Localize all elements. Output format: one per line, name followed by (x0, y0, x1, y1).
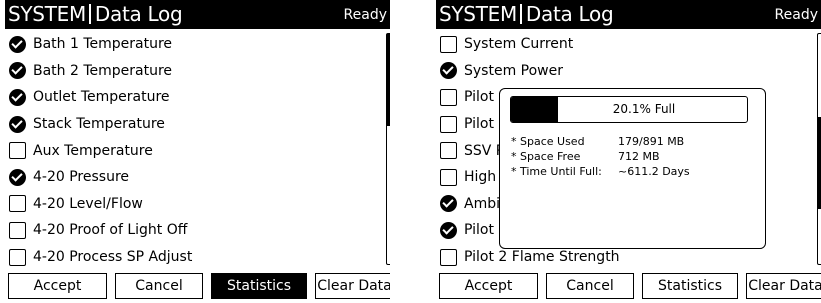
stat-value: 712 MB (618, 150, 660, 163)
title-separator (519, 4, 522, 24)
title-separator (88, 4, 91, 24)
stat-row: * Time Until Full: ~611.2 Days (511, 164, 690, 179)
list-item-label: 4-20 Process SP Adjust (33, 249, 193, 266)
accept-button[interactable]: Accept (439, 273, 538, 299)
empty-checkbox-icon[interactable] (9, 195, 26, 213)
status-text: Ready (774, 7, 818, 23)
accept-button[interactable]: Accept (8, 273, 107, 299)
statistics-button[interactable]: Statistics (211, 273, 307, 299)
list-item[interactable]: Stack Temperature (5, 111, 380, 138)
list-item-label: 4-20 Pressure (33, 169, 130, 186)
empty-checkbox-icon[interactable] (440, 248, 457, 266)
list-item-label: Pilot 2 Flame Strength (464, 249, 620, 266)
title-page: Data Log (94, 2, 183, 26)
empty-checkbox-icon[interactable] (9, 248, 26, 266)
data-log-screen-left: SYSTEM Data Log Ready Bath 1 Temperature B… (5, 0, 390, 303)
list-item-label: 4-20 Proof of Light Off (33, 222, 188, 239)
channel-list: Bath 1 Temperature Bath 2 Temperature Outl… (5, 31, 380, 270)
list-item[interactable]: System Current (436, 31, 811, 58)
storage-progress-bar: 20.1% Full (510, 96, 748, 123)
button-bar: Accept Cancel Statistics Clear Data (8, 273, 390, 299)
check-circle-icon[interactable] (440, 62, 457, 80)
list-item-label: 4-20 Level/Flow (33, 195, 143, 212)
empty-checkbox-icon[interactable] (440, 142, 457, 160)
list-item-label: Ambi (464, 195, 500, 212)
statistics-dialog: 20.1% Full * Space Used 179/891 MB * Space… (499, 88, 766, 249)
clear-data-button[interactable]: Clear Data (315, 273, 390, 299)
status-text: Ready (343, 7, 387, 23)
check-circle-icon[interactable] (9, 168, 26, 186)
check-circle-icon[interactable] (9, 62, 26, 80)
title-bar: SYSTEM Data Log Ready (436, 0, 821, 29)
stat-row: * Space Used 179/891 MB (511, 134, 690, 149)
empty-checkbox-icon[interactable] (9, 221, 26, 239)
list-item-label: Bath 2 Temperature (33, 62, 173, 79)
list-item-label: System Power (464, 62, 563, 79)
cancel-button[interactable]: Cancel (115, 273, 203, 299)
list-item-label: High (464, 169, 497, 186)
stat-row: * Space Free 712 MB (511, 149, 690, 164)
list-item-label: Aux Temperature (33, 142, 153, 159)
stat-value: 179/891 MB (618, 135, 685, 148)
list-item[interactable]: 4-20 Pressure (5, 164, 380, 191)
list-item[interactable]: Aux Temperature (5, 137, 380, 164)
empty-checkbox-icon[interactable] (440, 88, 457, 106)
progress-label: 20.1% Full (612, 102, 676, 116)
empty-checkbox-icon[interactable] (440, 115, 457, 133)
list-item[interactable]: 4-20 Process SP Adjust (5, 244, 380, 271)
storage-stats: * Space Used 179/891 MB * Space Free 712 MB… (511, 134, 690, 179)
data-log-screen-right: SYSTEM Data Log Ready System Current Syste… (436, 0, 821, 303)
list-item-label: Stack Temperature (33, 116, 165, 133)
list-item[interactable]: System Power (436, 58, 811, 85)
button-bar: Accept Cancel Statistics Clear Data (439, 273, 821, 299)
stat-label: * Time Until Full: (511, 165, 602, 178)
clear-data-button[interactable]: Clear Data (746, 273, 821, 299)
scrollbar[interactable] (817, 33, 821, 265)
stat-value: ~611.2 Days (618, 165, 690, 178)
title-app: SYSTEM (8, 2, 86, 26)
list-item-label: Outlet Temperature (33, 89, 170, 106)
title-app: SYSTEM (439, 2, 517, 26)
scrollbar-thumb[interactable] (387, 34, 390, 126)
check-circle-icon[interactable] (440, 221, 457, 239)
list-item-label: System Current (464, 36, 574, 53)
check-circle-icon[interactable] (9, 88, 26, 106)
statistics-button[interactable]: Statistics (642, 273, 738, 299)
check-circle-icon[interactable] (9, 35, 26, 53)
title-bar: SYSTEM Data Log Ready (5, 0, 390, 29)
empty-checkbox-icon[interactable] (440, 168, 457, 186)
list-item[interactable]: Outlet Temperature (5, 84, 380, 111)
stat-label: * Space Used (511, 135, 585, 148)
scrollbar[interactable] (386, 33, 390, 265)
list-item-label: Bath 1 Temperature (33, 36, 173, 53)
check-circle-icon[interactable] (440, 195, 457, 213)
list-item[interactable]: Bath 2 Temperature (5, 58, 380, 85)
cancel-button[interactable]: Cancel (546, 273, 634, 299)
stat-label: * Space Free (511, 150, 581, 163)
title-page: Data Log (525, 2, 614, 26)
empty-checkbox-icon[interactable] (440, 35, 457, 53)
list-item[interactable]: Bath 1 Temperature (5, 31, 380, 58)
list-item[interactable]: 4-20 Proof of Light Off (5, 217, 380, 244)
screen-title: SYSTEM Data Log (8, 1, 183, 27)
list-item[interactable]: 4-20 Level/Flow (5, 191, 380, 218)
empty-checkbox-icon[interactable] (9, 142, 26, 160)
check-circle-icon[interactable] (9, 115, 26, 133)
screen-title: SYSTEM Data Log (439, 1, 614, 27)
